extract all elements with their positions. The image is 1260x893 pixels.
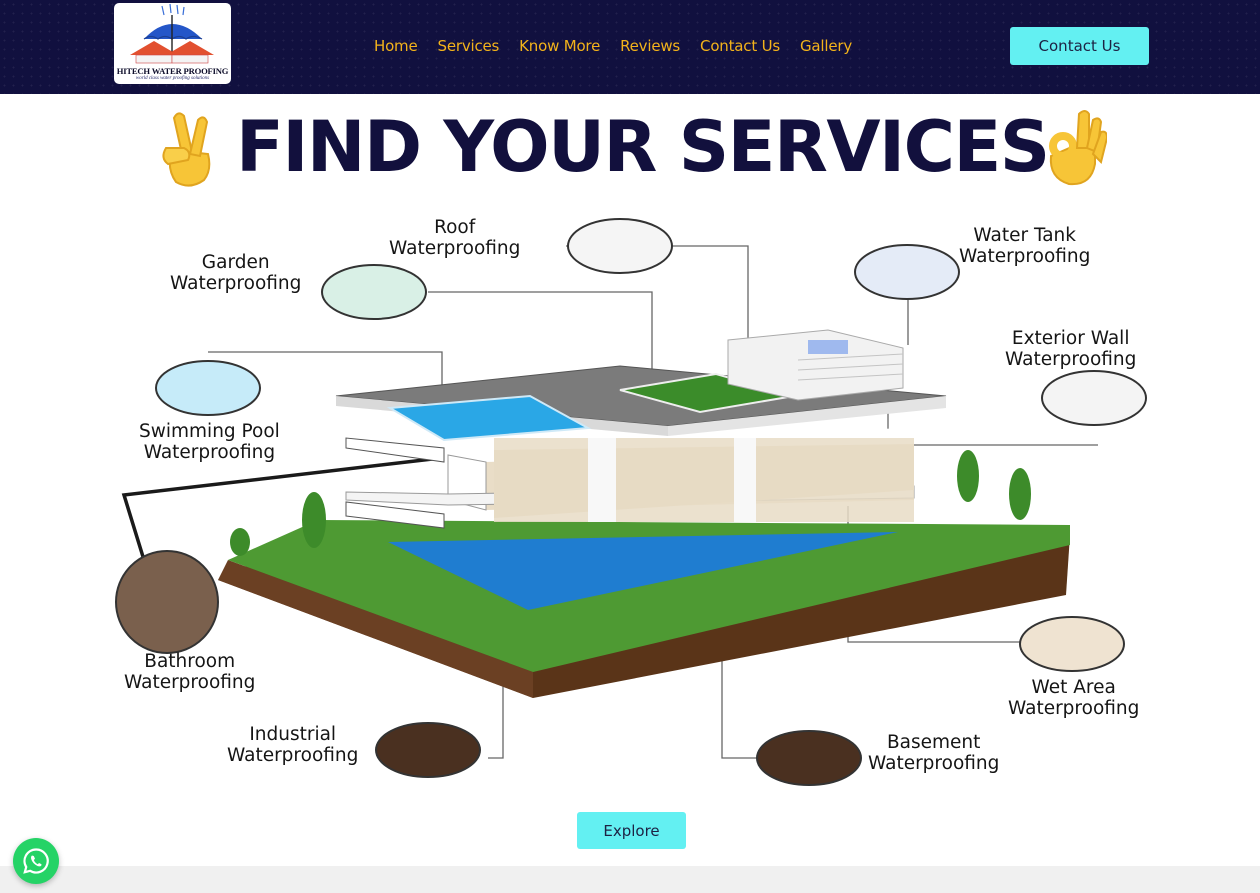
label-roof-waterproofing: Roof Waterproofing [389,217,521,259]
main-nav: Home Services Know More Reviews Contact … [374,36,872,56]
label-garden-waterproofing: Garden Waterproofing [170,252,302,294]
next-section-edge [0,866,1260,893]
nav-link-reviews[interactable]: Reviews [620,36,680,56]
nav-link-gallery[interactable]: Gallery [800,36,852,56]
whatsapp-icon [23,848,49,874]
nav-link-services[interactable]: Services [438,36,500,56]
contact-us-button[interactable]: Contact Us [1010,27,1149,65]
whatsapp-chat-button[interactable] [13,838,59,884]
explore-button[interactable]: Explore [577,812,686,849]
ok-hand-icon [1049,110,1107,186]
nav-link-contact-us[interactable]: Contact Us [700,36,780,56]
services-diagram: Roof Waterproofing Garden Waterproofing … [108,200,1152,800]
label-swimming-pool-waterproofing: Swimming Pool Waterproofing [139,421,280,463]
site-header: HITECH WATER PROOFING world class water … [0,0,1260,94]
label-exterior-wall-waterproofing: Exterior Wall Waterproofing [1005,328,1137,370]
brand-tagline: world class water proofing solutions [135,76,210,81]
services-heading: FIND YOUR SERVICES [0,104,1260,190]
fingers-crossed-icon [162,112,211,187]
page-title: FIND YOUR SERVICES [236,106,1050,188]
brand-logo[interactable]: HITECH WATER PROOFING world class water … [114,3,231,84]
label-basement-waterproofing: Basement Waterproofing [868,732,1000,774]
label-industrial-waterproofing: Industrial Waterproofing [227,724,359,766]
label-water-tank-waterproofing: Water Tank Waterproofing [959,225,1091,267]
nav-link-home[interactable]: Home [374,36,418,56]
label-bathroom-waterproofing: Bathroom Waterproofing [124,651,256,693]
nav-link-know-more[interactable]: Know More [519,36,600,56]
label-wet-area-waterproofing: Wet Area Waterproofing [1008,677,1140,719]
brand-name: HITECH WATER PROOFING [116,66,229,76]
